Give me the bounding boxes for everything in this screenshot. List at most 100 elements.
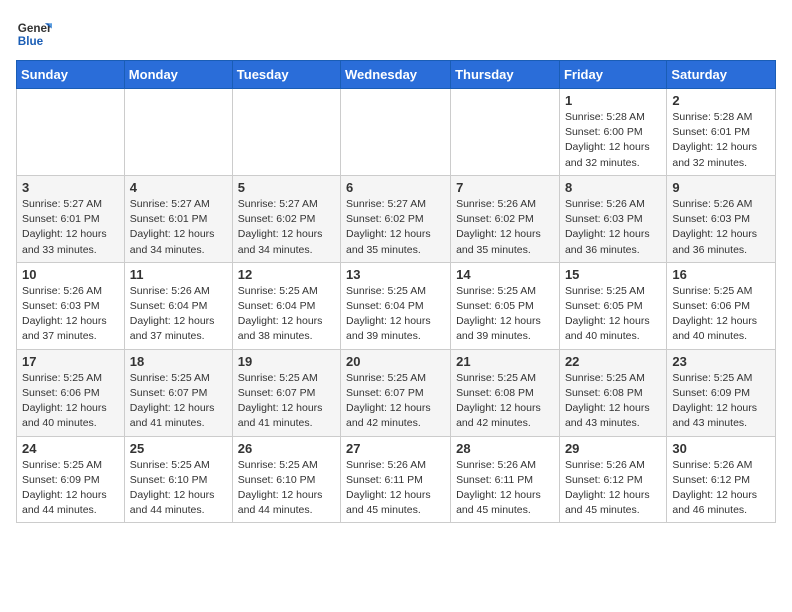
day-info: Sunrise: 5:27 AM Sunset: 6:02 PM Dayligh… [238,197,335,258]
calendar-header-row: SundayMondayTuesdayWednesdayThursdayFrid… [17,61,776,89]
day-number: 14 [456,267,554,282]
calendar-cell: 4 Sunrise: 5:27 AM Sunset: 6:01 PM Daylig… [124,175,232,262]
page-header: General Blue [16,16,776,52]
calendar-cell: 16 Sunrise: 5:25 AM Sunset: 6:06 PM Dayli… [667,262,776,349]
day-info: Sunrise: 5:26 AM Sunset: 6:02 PM Dayligh… [456,197,554,258]
calendar-cell: 18 Sunrise: 5:25 AM Sunset: 6:07 PM Dayli… [124,349,232,436]
calendar-header-tuesday: Tuesday [232,61,340,89]
calendar-week-1: 1Sunrise: 5:28 AM Sunset: 6:00 PM Daylig… [17,89,776,176]
day-info: Sunrise: 5:25 AM Sunset: 6:07 PM Dayligh… [130,371,227,432]
calendar-header-monday: Monday [124,61,232,89]
day-info: Sunrise: 5:25 AM Sunset: 6:10 PM Dayligh… [238,458,335,519]
day-number: 8 [565,180,661,195]
day-info: Sunrise: 5:26 AM Sunset: 6:03 PM Dayligh… [22,284,119,345]
calendar-cell [341,89,451,176]
calendar-cell: 27 Sunrise: 5:26 AM Sunset: 6:11 PM Dayli… [341,436,451,523]
calendar-cell: 7 Sunrise: 5:26 AM Sunset: 6:02 PM Daylig… [451,175,560,262]
day-number: 9 [672,180,770,195]
day-info: Sunrise: 5:28 AM Sunset: 6:00 PM Dayligh… [565,110,661,171]
day-info: Sunrise: 5:25 AM Sunset: 6:06 PM Dayligh… [672,284,770,345]
day-info: Sunrise: 5:26 AM Sunset: 6:04 PM Dayligh… [130,284,227,345]
day-info: Sunrise: 5:25 AM Sunset: 6:09 PM Dayligh… [672,371,770,432]
day-number: 24 [22,441,119,456]
calendar-cell: 15 Sunrise: 5:25 AM Sunset: 6:05 PM Dayli… [559,262,666,349]
calendar-cell: 20 Sunrise: 5:25 AM Sunset: 6:07 PM Dayli… [341,349,451,436]
calendar-cell [232,89,340,176]
day-number: 25 [130,441,227,456]
day-number: 7 [456,180,554,195]
calendar-cell: 5 Sunrise: 5:27 AM Sunset: 6:02 PM Daylig… [232,175,340,262]
calendar-cell: 25 Sunrise: 5:25 AM Sunset: 6:10 PM Dayli… [124,436,232,523]
calendar-cell [451,89,560,176]
calendar-cell [17,89,125,176]
day-info: Sunrise: 5:26 AM Sunset: 6:03 PM Dayligh… [565,197,661,258]
calendar-week-3: 10 Sunrise: 5:26 AM Sunset: 6:03 PM Dayli… [17,262,776,349]
logo-icon: General Blue [16,16,52,52]
calendar-cell: 19 Sunrise: 5:25 AM Sunset: 6:07 PM Dayli… [232,349,340,436]
calendar-cell: 10 Sunrise: 5:26 AM Sunset: 6:03 PM Dayli… [17,262,125,349]
day-number: 13 [346,267,445,282]
day-info: Sunrise: 5:25 AM Sunset: 6:07 PM Dayligh… [238,371,335,432]
day-info: Sunrise: 5:25 AM Sunset: 6:10 PM Dayligh… [130,458,227,519]
day-info: Sunrise: 5:25 AM Sunset: 6:06 PM Dayligh… [22,371,119,432]
day-number: 28 [456,441,554,456]
day-info: Sunrise: 5:25 AM Sunset: 6:09 PM Dayligh… [22,458,119,519]
calendar-cell: 12Sunrise: 5:25 AM Sunset: 6:04 PM Dayli… [232,262,340,349]
calendar-header-friday: Friday [559,61,666,89]
day-number: 12 [238,267,335,282]
calendar-body: 1Sunrise: 5:28 AM Sunset: 6:00 PM Daylig… [17,89,776,523]
day-number: 16 [672,267,770,282]
calendar-cell: 3Sunrise: 5:27 AM Sunset: 6:01 PM Daylig… [17,175,125,262]
day-number: 22 [565,354,661,369]
day-info: Sunrise: 5:25 AM Sunset: 6:04 PM Dayligh… [346,284,445,345]
day-number: 29 [565,441,661,456]
calendar-header-sunday: Sunday [17,61,125,89]
day-number: 4 [130,180,227,195]
day-info: Sunrise: 5:25 AM Sunset: 6:07 PM Dayligh… [346,371,445,432]
calendar-week-2: 3 Sunrise: 5:27 AM Sunset: 6:01 PM Daylig… [17,175,776,262]
day-number: 18 [130,354,227,369]
logo: General Blue [16,16,52,52]
calendar-cell: 14 Sunrise: 5:25 AM Sunset: 6:05 PM Dayli… [451,262,560,349]
calendar-cell: 17 Sunrise: 5:25 AM Sunset: 6:06 PM Dayli… [17,349,125,436]
calendar-cell: 24 Sunrise: 5:25 AM Sunset: 6:09 PM Dayli… [17,436,125,523]
day-number: 27 [346,441,445,456]
day-number: 19 [238,354,335,369]
day-number: 20 [346,354,445,369]
day-info: Sunrise: 5:25 AM Sunset: 6:05 PM Dayligh… [456,284,554,345]
day-info: Sunrise: 5:27 AM Sunset: 6:01 PM Dayligh… [130,197,227,258]
day-number: 15 [565,267,661,282]
calendar-week-4: 17 Sunrise: 5:25 AM Sunset: 6:06 PM Dayli… [17,349,776,436]
calendar-cell: 30 Sunrise: 5:26 AM Sunset: 6:12 PM Dayli… [667,436,776,523]
calendar-cell: 11 Sunrise: 5:26 AM Sunset: 6:04 PM Dayli… [124,262,232,349]
day-info: Sunrise: 5:26 AM Sunset: 6:12 PM Dayligh… [565,458,661,519]
calendar-cell [124,89,232,176]
svg-text:Blue: Blue [18,35,44,48]
calendar-cell: 28 Sunrise: 5:26 AM Sunset: 6:11 PM Dayli… [451,436,560,523]
calendar-cell: 9Sunrise: 5:26 AM Sunset: 6:03 PM Daylig… [667,175,776,262]
calendar-header-thursday: Thursday [451,61,560,89]
day-info: Sunrise: 5:26 AM Sunset: 6:11 PM Dayligh… [346,458,445,519]
calendar-week-5: 24 Sunrise: 5:25 AM Sunset: 6:09 PM Dayli… [17,436,776,523]
day-number: 23 [672,354,770,369]
day-info: Sunrise: 5:25 AM Sunset: 6:08 PM Dayligh… [456,371,554,432]
day-info: Sunrise: 5:26 AM Sunset: 6:11 PM Dayligh… [456,458,554,519]
day-number: 2 [672,93,770,108]
day-info: Sunrise: 5:26 AM Sunset: 6:12 PM Dayligh… [672,458,770,519]
day-number: 30 [672,441,770,456]
day-number: 10 [22,267,119,282]
calendar-table: SundayMondayTuesdayWednesdayThursdayFrid… [16,60,776,523]
calendar-cell: 22Sunrise: 5:25 AM Sunset: 6:08 PM Dayli… [559,349,666,436]
day-info: Sunrise: 5:28 AM Sunset: 6:01 PM Dayligh… [672,110,770,171]
day-number: 5 [238,180,335,195]
calendar-cell: 21Sunrise: 5:25 AM Sunset: 6:08 PM Dayli… [451,349,560,436]
day-number: 3 [22,180,119,195]
calendar-cell: 13 Sunrise: 5:25 AM Sunset: 6:04 PM Dayli… [341,262,451,349]
day-number: 17 [22,354,119,369]
day-info: Sunrise: 5:25 AM Sunset: 6:05 PM Dayligh… [565,284,661,345]
day-number: 11 [130,267,227,282]
calendar-cell: 23 Sunrise: 5:25 AM Sunset: 6:09 PM Dayli… [667,349,776,436]
calendar-cell: 6Sunrise: 5:27 AM Sunset: 6:02 PM Daylig… [341,175,451,262]
calendar-cell: 26Sunrise: 5:25 AM Sunset: 6:10 PM Dayli… [232,436,340,523]
day-number: 6 [346,180,445,195]
